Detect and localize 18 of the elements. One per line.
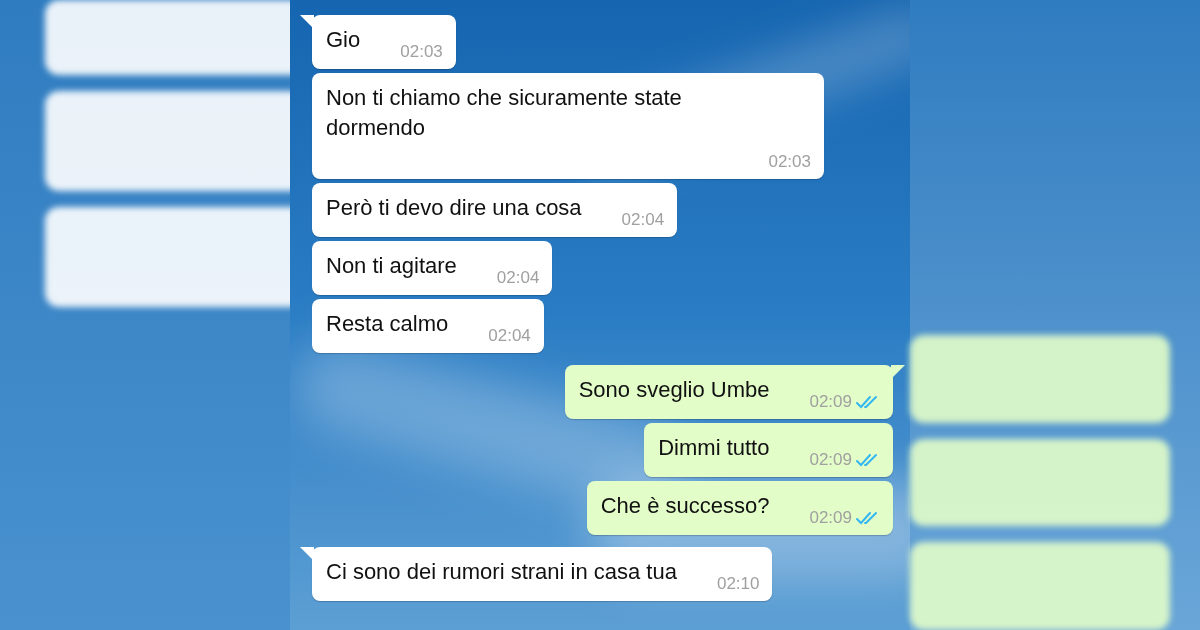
message-text: Non ti chiamo che sicuramente state dormendo — [326, 84, 683, 142]
message-text: Gio — [326, 26, 362, 54]
message-time: 02:10 — [716, 573, 760, 595]
message-time: 02:09 — [809, 507, 852, 529]
message-time: 02:04 — [488, 325, 531, 347]
message-text: Che è successo? — [600, 492, 771, 520]
message-text: Resta calmo — [326, 310, 450, 338]
message-text: Ci sono dei rumori strani in casa tua — [326, 558, 678, 586]
message-time: 02:04 — [496, 267, 540, 289]
message-time: 02:09 — [809, 449, 852, 471]
message-text: Dimmi tutto — [658, 434, 771, 462]
message-time: 02:03 — [768, 151, 811, 173]
message-time: 02:09 — [809, 391, 852, 413]
message-time: 02:03 — [400, 41, 443, 63]
message-text: Però ti devo dire una cosa — [326, 194, 583, 222]
message-text: Non ti agitare — [326, 252, 458, 280]
message-time: 02:04 — [621, 209, 665, 231]
message-text: Sono sveglio Umbe — [578, 376, 771, 404]
